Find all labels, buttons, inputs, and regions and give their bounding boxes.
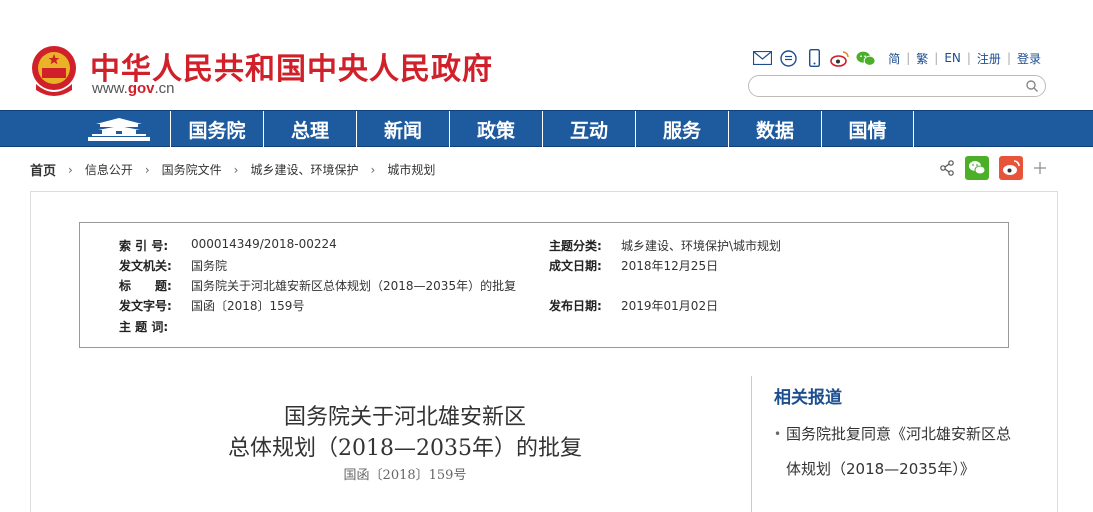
related-reports-title: 相关报道 — [774, 388, 842, 408]
meta-row-index: 索 引 号: 000014349/2018-00224 — [119, 237, 337, 254]
chevron-right-icon: › — [68, 162, 73, 177]
nav-item-national-info[interactable]: 国情 — [821, 111, 914, 148]
nav-items: 国务院 总理 新闻 政策 互动 服务 数据 国情 — [170, 111, 914, 148]
url-gov: gov — [127, 80, 155, 97]
mobile-icon[interactable] — [804, 49, 824, 67]
plus-icon[interactable] — [1033, 161, 1047, 175]
related-item-text[interactable]: 国务院批复同意《河北雄安新区总体规划（2018—2035年）》 — [774, 417, 1014, 487]
breadcrumb-state-council-docs[interactable]: 国务院文件 — [162, 161, 222, 178]
article-title-line2: 总体规划（2018—2035年）的批复 — [228, 436, 582, 461]
site-url[interactable]: www.gov.cn — [92, 80, 175, 97]
share-icon[interactable] — [939, 160, 955, 176]
breadcrumb-urban-construction[interactable]: 城乡建设、环境保护 — [250, 161, 358, 178]
nav-item-data[interactable]: 数据 — [728, 111, 821, 148]
meta-topic-value: 城乡建设、环境保护\城市规划 — [621, 239, 782, 253]
meta-topic-label: 主题分类: — [549, 239, 602, 253]
nav-item-policy[interactable]: 政策 — [449, 111, 542, 148]
lang-simplified[interactable]: 简 — [888, 50, 900, 67]
meta-doc-no-label: 发文字号: — [119, 299, 172, 313]
breadcrumb-city-planning[interactable]: 城市规划 — [387, 161, 435, 178]
meta-index-value: 000014349/2018-00224 — [191, 237, 337, 251]
lang-english[interactable]: EN — [944, 51, 961, 65]
breadcrumb-home[interactable]: 首页 — [30, 160, 56, 179]
meta-written-value: 2018年12月25日 — [621, 259, 719, 273]
chevron-right-icon: › — [370, 162, 376, 177]
wechat-share-icon[interactable] — [965, 156, 989, 180]
meta-keywords-label: 主 题 词: — [119, 320, 169, 334]
document-meta-box: 索 引 号: 000014349/2018-00224 发文机关: 国务院 标 … — [79, 222, 1009, 348]
bullet-icon: • — [774, 427, 782, 441]
article-title: 国务院关于河北雄安新区 总体规划（2018—2035年）的批复 — [180, 402, 630, 464]
weibo-icon[interactable] — [830, 49, 850, 67]
meta-issuer-value: 国务院 — [191, 259, 228, 273]
meta-index-label: 索 引 号: — [119, 239, 169, 253]
national-emblem-icon[interactable] — [30, 44, 78, 96]
nav-item-state-council[interactable]: 国务院 — [170, 111, 263, 148]
share-tools — [929, 156, 1047, 180]
meta-row-title: 标 题: 国务院关于河北雄安新区总体规划（2018—2035年）的批复 — [119, 277, 516, 294]
url-suffix: .cn — [154, 80, 175, 97]
meta-row-issuer: 发文机关: 国务院 — [119, 257, 227, 274]
related-item[interactable]: • 国务院批复同意《河北雄安新区总体规划（2018—2035年）》 — [774, 417, 1014, 487]
nav-item-interaction[interactable]: 互动 — [542, 111, 635, 148]
main-nav: 国务院 总理 新闻 政策 互动 服务 数据 国情 — [0, 110, 1093, 148]
meta-title-value: 国务院关于河北雄安新区总体规划（2018—2035年）的批复 — [191, 279, 517, 293]
meta-row-written-date: 成文日期: 2018年12月25日 — [549, 257, 718, 274]
search-input[interactable] — [748, 75, 1046, 97]
article-title-line1: 国务院关于河北雄安新区 — [283, 405, 526, 430]
email-icon[interactable] — [752, 49, 772, 67]
wechat-icon[interactable] — [856, 49, 876, 67]
top-tools: 简 | 繁 | EN | 注册 | 登录 — [752, 48, 1041, 68]
lang-links: 简 | 繁 | EN | 注册 | 登录 — [888, 50, 1041, 67]
meta-written-label: 成文日期: — [549, 259, 602, 273]
search-icon[interactable] — [1025, 79, 1039, 93]
login-link[interactable]: 登录 — [1017, 50, 1041, 67]
breadcrumb-info-disclosure[interactable]: 信息公开 — [85, 161, 133, 178]
article-doc-number: 国函〔2018〕159号 — [343, 468, 467, 483]
meta-publish-label: 发布日期: — [549, 299, 602, 313]
meta-title-label: 标 题: — [119, 279, 172, 293]
chevron-right-icon: › — [144, 162, 150, 177]
meta-publish-value: 2019年01月02日 — [621, 299, 719, 313]
tiananmen-logo-icon[interactable] — [86, 115, 152, 143]
related-divider — [751, 376, 752, 512]
meta-row-doc-no: 发文字号: 国函〔2018〕159号 — [119, 297, 304, 314]
lang-traditional[interactable]: 繁 — [916, 50, 928, 67]
chat-icon[interactable] — [778, 49, 798, 67]
chevron-right-icon: › — [233, 162, 239, 177]
meta-row-publish-date: 发布日期: 2019年01月02日 — [549, 297, 718, 314]
nav-item-services[interactable]: 服务 — [635, 111, 728, 148]
meta-row-topic: 主题分类: 城乡建设、环境保护\城市规划 — [549, 237, 781, 254]
meta-issuer-label: 发文机关: — [119, 259, 172, 273]
nav-item-premier[interactable]: 总理 — [263, 111, 356, 148]
nav-item-news[interactable]: 新闻 — [356, 111, 449, 148]
breadcrumb: 首页 › 信息公开 › 国务院文件 › 城乡建设、环境保护 › 城市规划 — [30, 160, 435, 180]
register-link[interactable]: 注册 — [977, 50, 1001, 67]
meta-row-keywords: 主 题 词: — [119, 318, 191, 335]
weibo-share-icon[interactable] — [999, 156, 1023, 180]
meta-doc-no-value: 国函〔2018〕159号 — [191, 299, 305, 313]
site-header: 中华人民共和国中央人民政府 www.gov.cn 简 | 繁 | EN | 注册… — [0, 0, 1093, 110]
url-prefix: www. — [92, 80, 128, 97]
